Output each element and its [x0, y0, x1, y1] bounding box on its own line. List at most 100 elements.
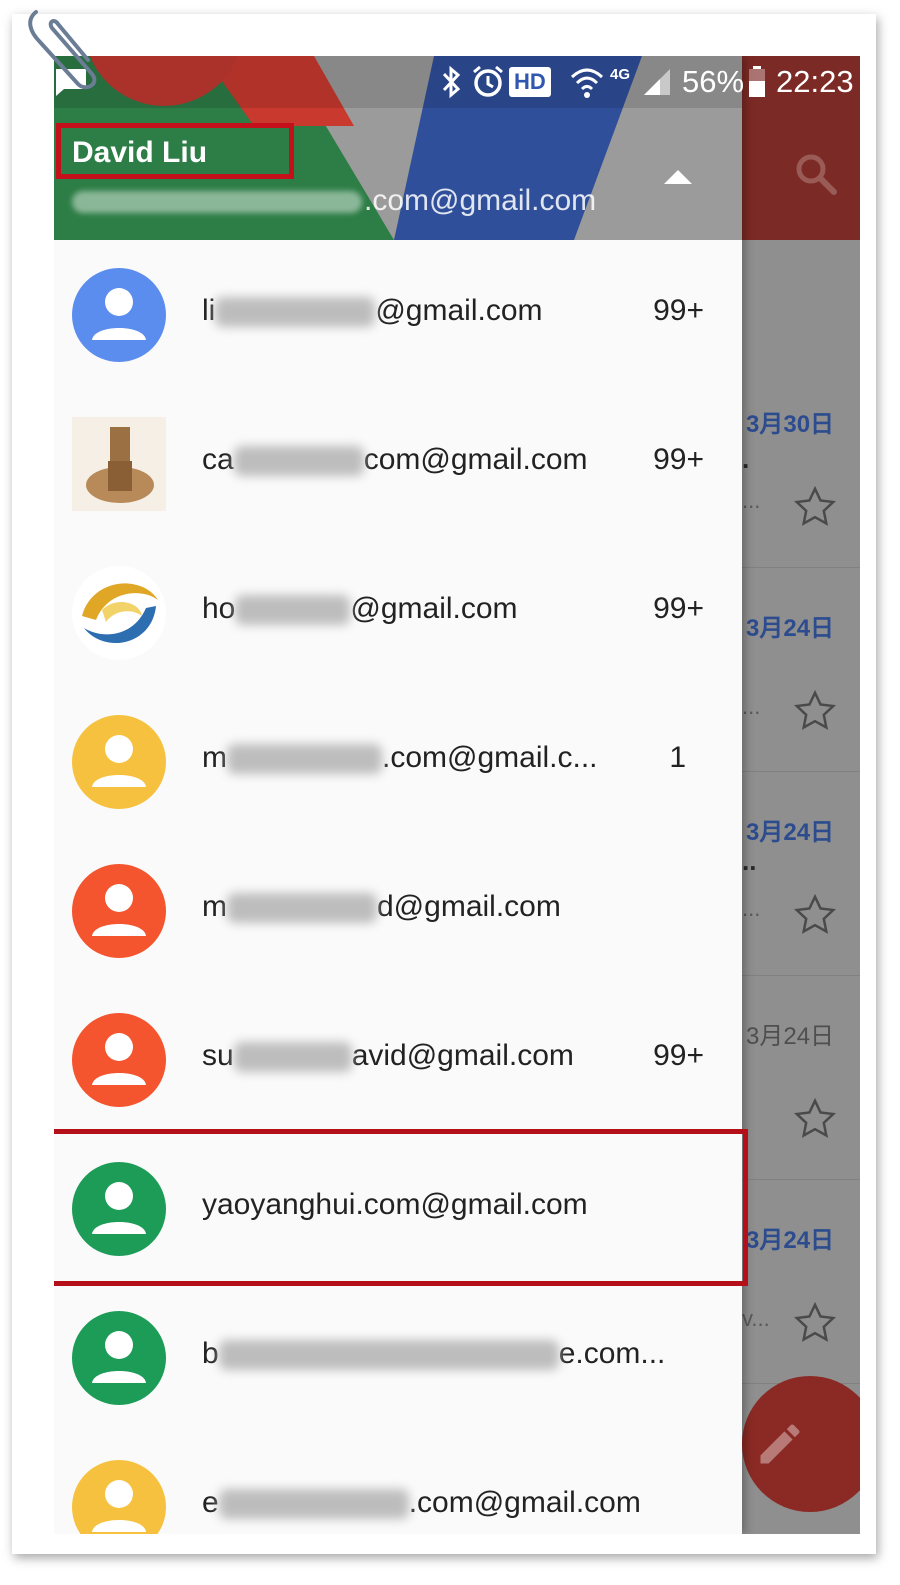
screenshot-frame: 3月30日 . ... 3月24日 ... 3月24日 .. ... 3月24日 — [12, 14, 876, 1554]
account-row[interactable]: ca com@gmail.com 99+ — [54, 389, 742, 538]
email-suffix: .com@gmail.com — [408, 1486, 641, 1519]
list-item[interactable]: 3月30日 . ... — [742, 364, 860, 568]
bluetooth-icon — [440, 62, 464, 102]
battery-percent: 56% — [682, 64, 745, 99]
avatar — [72, 715, 166, 809]
account-row[interactable]: e .com@gmail.com — [54, 1432, 742, 1534]
account-row[interactable]: b e.com... — [54, 1283, 742, 1432]
account-row[interactable]: su avid@gmail.com 99+ — [54, 985, 742, 1134]
email-suffix: @gmail.com — [375, 294, 543, 327]
redacted-text — [72, 191, 362, 214]
email-prefix: b — [202, 1337, 219, 1370]
avatar — [72, 268, 166, 362]
email-prefix: su — [202, 1039, 234, 1072]
account-row[interactable]: ho @gmail.com 99+ — [54, 538, 742, 687]
unread-count: 1 — [669, 741, 686, 774]
logo-avatar-icon — [82, 583, 158, 644]
email-date: 3月24日 — [746, 615, 835, 642]
photo-avatar-icon — [86, 427, 154, 503]
email-suffix: d@gmail.com — [377, 890, 561, 923]
account-email: b e.com... — [202, 1337, 665, 1371]
list-item[interactable]: 3月24日 — [742, 976, 860, 1180]
email-snippet: ... — [742, 488, 761, 513]
redacted-text — [235, 595, 351, 626]
star-icon[interactable] — [792, 1300, 838, 1346]
avatar — [72, 566, 166, 660]
unread-count: 99+ — [653, 443, 704, 476]
star-icon[interactable] — [792, 688, 838, 734]
avatar — [72, 1311, 166, 1405]
redacted-text — [218, 1489, 409, 1520]
email-snippet: v... — [742, 1306, 770, 1331]
account-email: su avid@gmail.com — [202, 1039, 574, 1073]
account-email: li @gmail.com — [202, 294, 543, 328]
star-icon[interactable] — [792, 892, 838, 938]
account-email: m d@gmail.com — [202, 890, 561, 924]
account-row[interactable]: m d@gmail.com — [54, 836, 742, 985]
email-suffix: com@gmail.com — [363, 443, 588, 476]
account-row[interactable]: li @gmail.com 99+ — [54, 240, 742, 389]
selection-highlight-box — [54, 1129, 748, 1286]
account-email: e .com@gmail.com — [202, 1486, 641, 1520]
wifi-icon — [570, 62, 604, 102]
avatar — [72, 864, 166, 958]
account-email: .com@gmail.com — [72, 184, 596, 218]
unread-count: 99+ — [653, 1039, 704, 1072]
email-date: 3月24日 — [746, 1227, 835, 1254]
email-prefix: li — [202, 294, 216, 327]
battery-icon — [748, 62, 766, 102]
redacted-text — [233, 446, 364, 477]
email-snippet: . — [742, 444, 750, 474]
email-snippet: ... — [742, 694, 761, 719]
alarm-icon — [472, 62, 504, 102]
person-icon — [92, 1033, 146, 1085]
email-date: 3月30日 — [746, 411, 835, 438]
email-snippet: ... — [742, 896, 761, 921]
email-prefix: e — [202, 1486, 219, 1519]
email-suffix: avid@gmail.com — [351, 1039, 574, 1072]
email-snippet: .. — [742, 846, 757, 876]
list-item[interactable]: 3月24日 .. ... — [742, 772, 860, 976]
unread-count: 99+ — [653, 592, 704, 625]
redacted-text — [215, 297, 376, 328]
email-suffix: .com@gmail.c... — [382, 741, 598, 774]
person-icon — [92, 1480, 146, 1532]
hd-voice-badge: HD — [509, 62, 551, 102]
email-prefix: ca — [202, 443, 234, 476]
account-name: David Liu — [72, 136, 208, 169]
signal-icon — [642, 62, 672, 102]
star-icon[interactable] — [792, 1096, 838, 1142]
account-email-domain: .com@gmail.com — [364, 184, 597, 217]
email-suffix: e.com... — [558, 1337, 666, 1370]
network-type-label: 4G — [610, 65, 631, 83]
navigation-drawer: David Liu .com@gmail.com li @gmail.com 9… — [54, 56, 748, 1534]
email-suffix: @gmail.com — [350, 592, 518, 625]
email-prefix: m — [202, 741, 227, 774]
person-icon — [92, 1331, 146, 1383]
pencil-icon — [760, 1424, 800, 1464]
list-item[interactable]: 3月24日 ... — [742, 568, 860, 772]
chevron-up-icon[interactable] — [664, 168, 692, 186]
email-date: 3月24日 — [746, 819, 835, 846]
account-email: ca com@gmail.com — [202, 443, 588, 477]
email-prefix: ho — [202, 592, 236, 625]
person-icon — [92, 288, 146, 340]
redacted-text — [227, 893, 377, 924]
avatar — [72, 1013, 166, 1107]
phone-screen: 3月30日 . ... 3月24日 ... 3月24日 .. ... 3月24日 — [54, 56, 860, 1534]
redacted-text — [218, 1340, 559, 1371]
star-icon[interactable] — [792, 484, 838, 530]
account-row[interactable]: m .com@gmail.c... 1 — [54, 687, 742, 836]
person-icon — [92, 884, 146, 936]
redacted-text — [233, 1042, 352, 1073]
unread-count: 99+ — [653, 294, 704, 327]
clock-time: 22:23 — [776, 64, 854, 99]
search-icon[interactable] — [792, 150, 840, 198]
paperclip-icon — [28, 10, 97, 90]
redacted-text — [227, 744, 382, 775]
avatar — [72, 1460, 166, 1534]
account-email: ho @gmail.com — [202, 592, 518, 626]
avatar — [72, 417, 166, 511]
list-item[interactable]: 3月24日 v... — [742, 1180, 860, 1384]
account-email: m .com@gmail.c... — [202, 741, 598, 775]
